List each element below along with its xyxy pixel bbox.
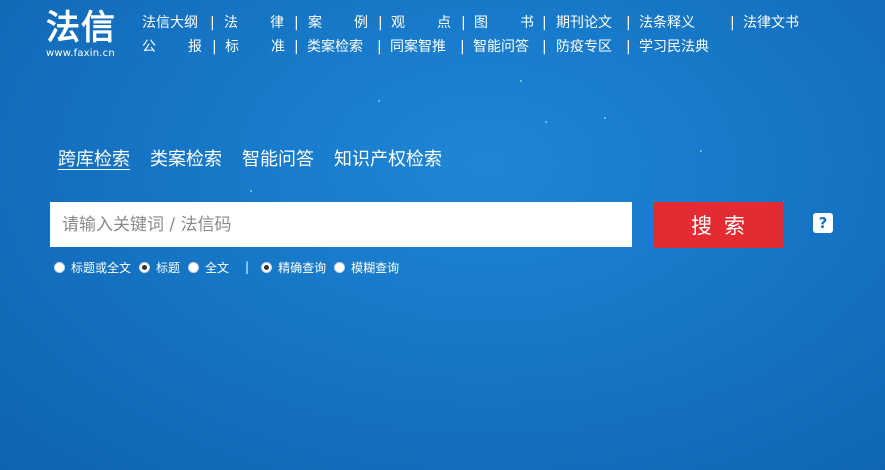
radio-checked-icon[interactable] (139, 261, 151, 273)
radio-icon[interactable] (188, 261, 200, 273)
nav-separator: | (377, 39, 382, 55)
radio-checked-icon[interactable] (261, 261, 273, 273)
option-label: 标题 (156, 260, 181, 275)
nav-standard-1[interactable]: 标 (225, 36, 239, 58)
nav-case-1[interactable]: 案 (308, 12, 322, 34)
option-label: 标题或全文 (71, 260, 132, 275)
nav-separator: | (378, 15, 383, 31)
nav-view-2[interactable]: 点 (437, 12, 451, 34)
nav-separator: | (730, 15, 735, 31)
nav-row-1: 法信大纲 | 法 律 | 案 例 | 观 点 | 图 书 | 期刊论文 | 法条… (140, 12, 840, 36)
nav-separator: | (626, 15, 631, 31)
nav-separator: | (294, 15, 299, 31)
nav-separator: | (542, 39, 547, 55)
decorative-dot (604, 117, 606, 119)
option-title[interactable]: 标题 (139, 259, 180, 276)
nav-documents[interactable]: 法律文书 (743, 12, 799, 34)
nav-civil-code[interactable]: 学习民法典 (639, 36, 709, 58)
tab-similar-case-search[interactable]: 类案检索 (150, 145, 222, 171)
nav-law-2[interactable]: 律 (270, 12, 284, 34)
nav-gazette-1[interactable]: 公 (142, 36, 156, 58)
search-button[interactable]: 搜索 (653, 202, 783, 248)
option-label: 精确查询 (278, 260, 327, 275)
decorative-dot (545, 121, 547, 123)
search-options: 标题或全文 标题 全文 | 精确查询 模糊查询 (54, 259, 407, 275)
nav-separator: | (294, 39, 299, 55)
logo-url: www.faxin.cn (46, 48, 115, 59)
nav-standard-2[interactable]: 准 (271, 36, 285, 58)
nav-separator: | (460, 39, 465, 55)
nav-similar-case[interactable]: 类案检索 (307, 36, 363, 58)
tab-smart-qa[interactable]: 智能问答 (242, 145, 314, 171)
nav-outline[interactable]: 法信大纲 (142, 12, 198, 34)
nav-case-2[interactable]: 例 (354, 12, 368, 34)
radio-icon[interactable] (54, 261, 65, 273)
nav-epidemic[interactable]: 防疫专区 (556, 36, 612, 58)
tab-cross-db-search[interactable]: 跨库检索 (58, 145, 130, 171)
tab-ip-search[interactable]: 知识产权检索 (334, 145, 442, 171)
decorative-dot (378, 100, 380, 102)
option-label: 全文 (205, 260, 230, 275)
nav-view-1[interactable]: 观 (391, 12, 405, 34)
search-tabs: 跨库检索 类案检索 智能问答 知识产权检索 (58, 145, 442, 171)
nav-law-1[interactable]: 法 (224, 12, 238, 34)
decorative-dot (700, 150, 702, 152)
help-icon[interactable]: ? (813, 213, 833, 233)
top-navigation: 法信大纲 | 法 律 | 案 例 | 观 点 | 图 书 | 期刊论文 | 法条… (140, 12, 840, 60)
radio-icon[interactable] (334, 261, 346, 273)
nav-case-recommend[interactable]: 同案智推 (390, 36, 446, 58)
option-label: 模糊查询 (351, 260, 400, 275)
nav-separator: | (212, 39, 217, 55)
option-title-or-fulltext[interactable]: 标题或全文 (54, 259, 131, 276)
nav-book-1[interactable]: 图 (474, 12, 488, 34)
options-separator: | (245, 260, 250, 274)
search-input[interactable] (50, 202, 632, 247)
nav-smart-qa[interactable]: 智能问答 (473, 36, 529, 58)
nav-journal[interactable]: 期刊论文 (556, 12, 612, 34)
nav-book-2[interactable]: 书 (520, 12, 534, 34)
nav-separator: | (626, 39, 631, 55)
nav-separator: | (461, 15, 466, 31)
nav-separator: | (542, 15, 547, 31)
logo-title: 法信 (46, 8, 116, 48)
nav-interpretation[interactable]: 法条释义 (639, 12, 695, 34)
option-fulltext[interactable]: 全文 (188, 259, 229, 276)
option-fuzzy-query[interactable]: 模糊查询 (334, 259, 399, 276)
nav-gazette-2[interactable]: 报 (188, 36, 202, 58)
decorative-dot (520, 80, 522, 82)
nav-row-2: 公 报 | 标 准 | 类案检索 | 同案智推 | 智能问答 | 防疫专区 | … (140, 36, 840, 60)
decorative-dot (250, 190, 252, 192)
option-exact-query[interactable]: 精确查询 (261, 259, 326, 276)
faxin-logo[interactable]: 法信 www.faxin.cn (46, 8, 132, 64)
nav-separator: | (210, 15, 215, 31)
